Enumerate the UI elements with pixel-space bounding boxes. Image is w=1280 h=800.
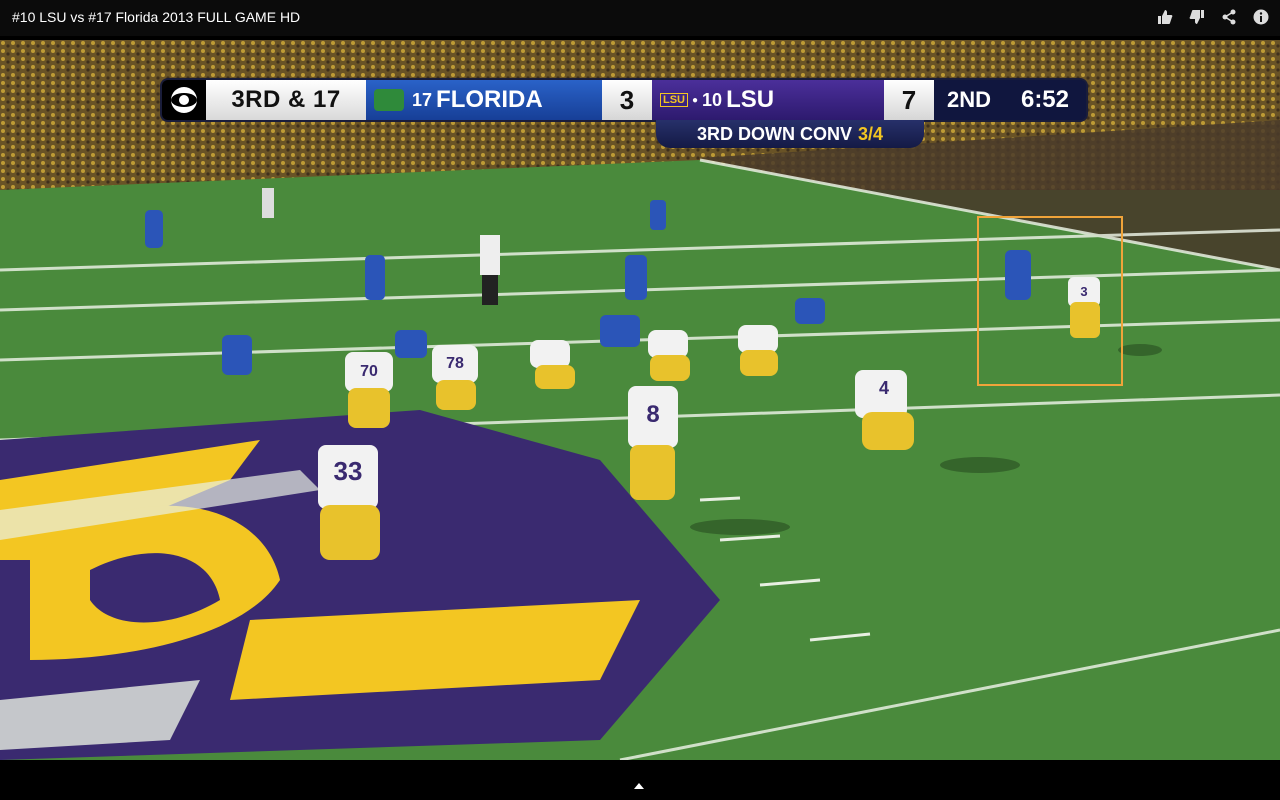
home-name: LSU xyxy=(726,86,775,113)
lsu-player-70: 70 xyxy=(345,352,393,428)
jersey-number: 70 xyxy=(360,363,378,380)
jersey-number: 4 xyxy=(879,378,889,398)
share-icon[interactable] xyxy=(1220,8,1238,26)
football-field-scene: 70 78 8 33 4 3 xyxy=(0,40,1280,760)
conversion-label: 3RD DOWN CONV xyxy=(696,123,852,144)
away-rank: 17 xyxy=(412,89,433,110)
jersey-number: 78 xyxy=(446,355,464,372)
info-icon[interactable] xyxy=(1252,8,1270,26)
away-team: 17 FLORIDA xyxy=(366,80,602,120)
video-title: #10 LSU vs #17 Florida 2013 FULL GAME HD xyxy=(12,9,301,25)
game-clock: 6:52 xyxy=(1004,80,1086,120)
thumbs-up-icon[interactable] xyxy=(1156,8,1174,26)
jersey-number: 8 xyxy=(646,401,659,428)
expand-controls-icon[interactable] xyxy=(634,783,644,789)
third-down-conversion: 3RD DOWN CONV 3/4 xyxy=(656,120,924,148)
lsu-badge-icon: LSU xyxy=(660,93,688,107)
video-title-bar: #10 LSU vs #17 Florida 2013 FULL GAME HD xyxy=(0,0,1280,36)
player-bottom-bar xyxy=(0,760,1280,800)
thumbs-down-icon[interactable] xyxy=(1188,8,1206,26)
away-score: 3 xyxy=(602,80,652,120)
florida-gator-icon xyxy=(374,89,404,111)
down-and-distance: 3RD & 17 xyxy=(206,80,366,120)
conversion-value: 3/4 xyxy=(857,123,884,144)
home-rank: 10 xyxy=(702,89,723,110)
scorebug: 3RD & 17 17 FLORIDA 3 LSU ● 10 LSU 7 2ND… xyxy=(162,80,1086,120)
lsu-player-78: 78 xyxy=(432,345,478,410)
title-bar-actions xyxy=(1156,8,1270,26)
highlight-box xyxy=(977,216,1123,386)
network-logo-icon xyxy=(162,80,206,120)
home-score: 7 xyxy=(884,80,934,120)
video-player[interactable]: 70 78 8 33 4 3 3RD & 17 17 FLORIDA 3 LSU… xyxy=(0,40,1280,760)
home-team: LSU ● 10 LSU xyxy=(652,80,884,120)
quarter: 2ND xyxy=(934,80,1004,120)
lsu-player-4: 4 xyxy=(855,370,914,450)
lsu-player-33: 33 xyxy=(318,445,380,560)
away-name: FLORIDA xyxy=(436,86,543,113)
possession-icon: ● xyxy=(692,94,699,106)
jersey-number: 33 xyxy=(334,456,363,486)
lsu-player-8: 8 xyxy=(628,386,678,500)
